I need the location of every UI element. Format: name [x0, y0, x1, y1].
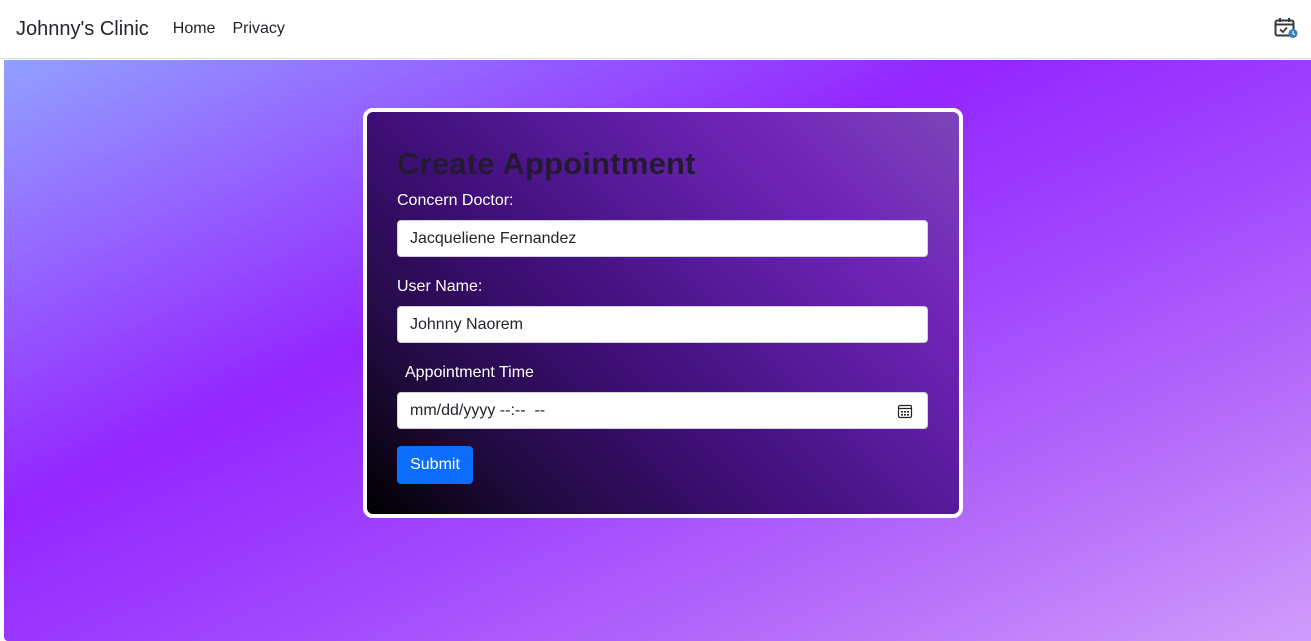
appointment-time-label: Appointment Time: [405, 364, 534, 381]
appointment-time-input[interactable]: mm/dd/yyyy --:-- --: [397, 392, 928, 429]
appointment-form-card: Create Appointment Concern Doctor: User …: [363, 108, 963, 518]
calendar-check-icon[interactable]: [1274, 17, 1298, 39]
form-title: Create Appointment: [397, 146, 696, 181]
submit-button[interactable]: Submit: [397, 446, 473, 484]
navbar: Johnny's Clinic Home Privacy: [0, 0, 1311, 59]
nav-link-privacy[interactable]: Privacy: [232, 20, 284, 38]
doctor-label: Concern Doctor:: [397, 192, 514, 209]
appointment-time-value: mm/dd/yyyy --:-- --: [410, 401, 546, 419]
nav-link-home[interactable]: Home: [173, 20, 216, 38]
user-name-label: User Name:: [397, 278, 483, 295]
brand-link[interactable]: Johnny's Clinic: [16, 18, 149, 41]
doctor-input[interactable]: [397, 220, 928, 257]
calendar-icon[interactable]: [897, 403, 913, 419]
user-name-input[interactable]: [397, 306, 928, 343]
